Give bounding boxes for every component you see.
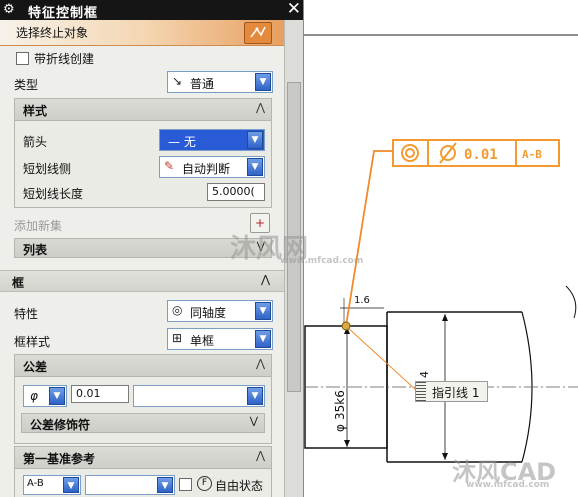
characteristic-dropdown[interactable]: ◎ 同轴度 ▼ [167,300,273,322]
frame-style-dropdown[interactable]: ⊞ 单框 ▼ [167,328,273,350]
stub-side-dropdown[interactable]: ✎ 自动判断 ▼ [159,156,265,178]
chevron-down-icon[interactable]: ▼ [255,330,271,348]
chevron-up-icon[interactable]: ⋀ [256,449,265,462]
height-dim-text: 4 [418,371,431,378]
leader-label-tag[interactable]: 指引线 1 [415,381,488,402]
chevron-down-icon[interactable]: ▼ [247,131,263,149]
tolerance-group: 公差 ⋀ φ ▼ 0.01 ▼ 公差修饰符 ⋁ [14,354,272,444]
primary-datum-header[interactable]: 第一基准参考 ⋀ [15,447,271,469]
concentricity-icon: ◎ [172,303,183,317]
tolerance-modifier-header[interactable]: 公差修饰符 ⋁ [21,413,265,433]
list-header-label: 列表 [23,243,48,257]
leader-anchor-point [341,321,351,331]
frame-section-header[interactable]: 框 ⋀ [0,270,284,292]
tolerance-modifier-label: 公差修饰符 [30,418,91,432]
free-state-checkbox[interactable] [179,478,192,491]
tolerance-symbol-dropdown[interactable]: φ ▼ [23,385,67,407]
primary-datum-group: 第一基准参考 ⋀ A-B ▼ ▼ F 自由状态 [14,446,272,497]
chevron-down-icon[interactable]: ▼ [247,158,263,176]
fcf-datum-text: A-B [522,148,542,161]
stub-side-value: 自动判断 [182,162,231,176]
type-label: 类型 [14,78,39,92]
drawing-svg: 0.01 A-B 1.6 4 φ 35k6 [304,34,578,463]
chevron-down-icon[interactable]: ▼ [247,387,263,405]
chevron-down-icon[interactable]: ▼ [49,387,65,405]
stub-dim-text: 1.6 [354,295,370,306]
break-line-right [565,285,577,319]
primary-datum-label: 第一基准参考 [23,452,96,466]
add-new-set-label: 添加新集 [14,219,63,233]
characteristic-label: 特性 [14,307,39,321]
datum-dropdown[interactable]: A-B ▼ [23,475,81,495]
create-with-jog-checkbox[interactable] [16,52,29,65]
stub-side-label: 短划线侧 [23,162,72,176]
characteristic-value: 同轴度 [190,306,227,320]
frame-style-label: 框样式 [14,335,51,349]
chevron-down-icon[interactable]: ▼ [157,477,173,493]
arrow-label: 箭头 [23,135,48,149]
style-group-header[interactable]: 样式 ⋀ [15,99,271,121]
free-state-label: 自由状态 [215,479,264,493]
vertical-dim-prefix: φ [333,424,347,432]
chevron-down-icon[interactable]: ▼ [63,477,79,493]
auto-infer-icon: ✎ [164,159,175,173]
type-dropdown[interactable]: ↘ 普通 ▼ [167,71,273,93]
watermark-url-2: www.mfcad.com [466,480,550,490]
tolerance-group-header[interactable]: 公差 ⋀ [15,355,271,377]
create-with-jog-label: 带折线创建 [34,52,95,66]
style-group: 样式 ⋀ 箭头 — 无 ▼ 短划线侧 ✎ 自动判断 ▼ 短划线长度 5.0000… [14,98,272,208]
leader-preview-line [345,325,417,391]
style-header-label: 样式 [23,104,48,118]
close-icon[interactable]: ✕ [287,0,301,19]
datum-modifier-dropdown[interactable]: ▼ [85,475,175,495]
datum-value: A-B [27,478,44,489]
dialog-title: 特征控制框 [28,6,99,21]
stub-length-input[interactable]: 5.0000( [207,183,265,201]
selection-cursor-icon [250,26,266,38]
vertical-dim-label: φ 35k6 [333,390,347,432]
arrow-value: — 无 [168,135,196,149]
frame-style-value: 单框 [190,334,215,348]
chevron-down-icon[interactable]: ▼ [255,302,271,320]
watermark-url-1: www.mfcad.com [280,256,364,266]
tolerance-symbol-value: φ [30,389,38,403]
chevron-up-icon[interactable]: ⋀ [256,101,265,114]
leader-label-text: 指引线 1 [432,386,480,400]
chevron-up-icon[interactable]: ⋀ [256,357,265,370]
stub-length-label: 短划线长度 [23,187,84,201]
vertical-dim-text: 35k6 [333,390,347,420]
select-end-object-row[interactable]: 选择终止对象 [0,20,284,46]
drawing-canvas[interactable]: 0.01 A-B 1.6 4 φ 35k6 指引线 1 [304,0,578,497]
grip-handle-icon[interactable] [416,382,426,401]
fcf-tolerance-text: 0.01 [464,147,498,163]
single-frame-icon: ⊞ [172,331,183,345]
dialog-title-bar: ⚙ 特征控制框 ✕ [0,0,303,21]
chevron-down-icon[interactable]: ⋁ [250,416,258,427]
tolerance-header-label: 公差 [23,360,48,374]
type-value: 普通 [190,77,215,91]
tolerance-value-input[interactable]: 0.01 [71,385,129,403]
arrow-dropdown[interactable]: — 无 ▼ [159,129,265,151]
tolerance-modifier-dropdown[interactable]: ▼ [133,385,265,407]
free-state-symbol: F [197,476,212,491]
select-end-object-label: 选择终止对象 [16,26,89,40]
leader-type-icon: ↘ [172,74,183,88]
gear-icon[interactable]: ⚙ [3,2,15,17]
chevron-up-icon[interactable]: ⋀ [261,273,270,286]
select-object-button[interactable] [244,22,272,44]
frame-header-label: 框 [12,276,25,290]
chevron-down-icon[interactable]: ▼ [255,73,271,91]
